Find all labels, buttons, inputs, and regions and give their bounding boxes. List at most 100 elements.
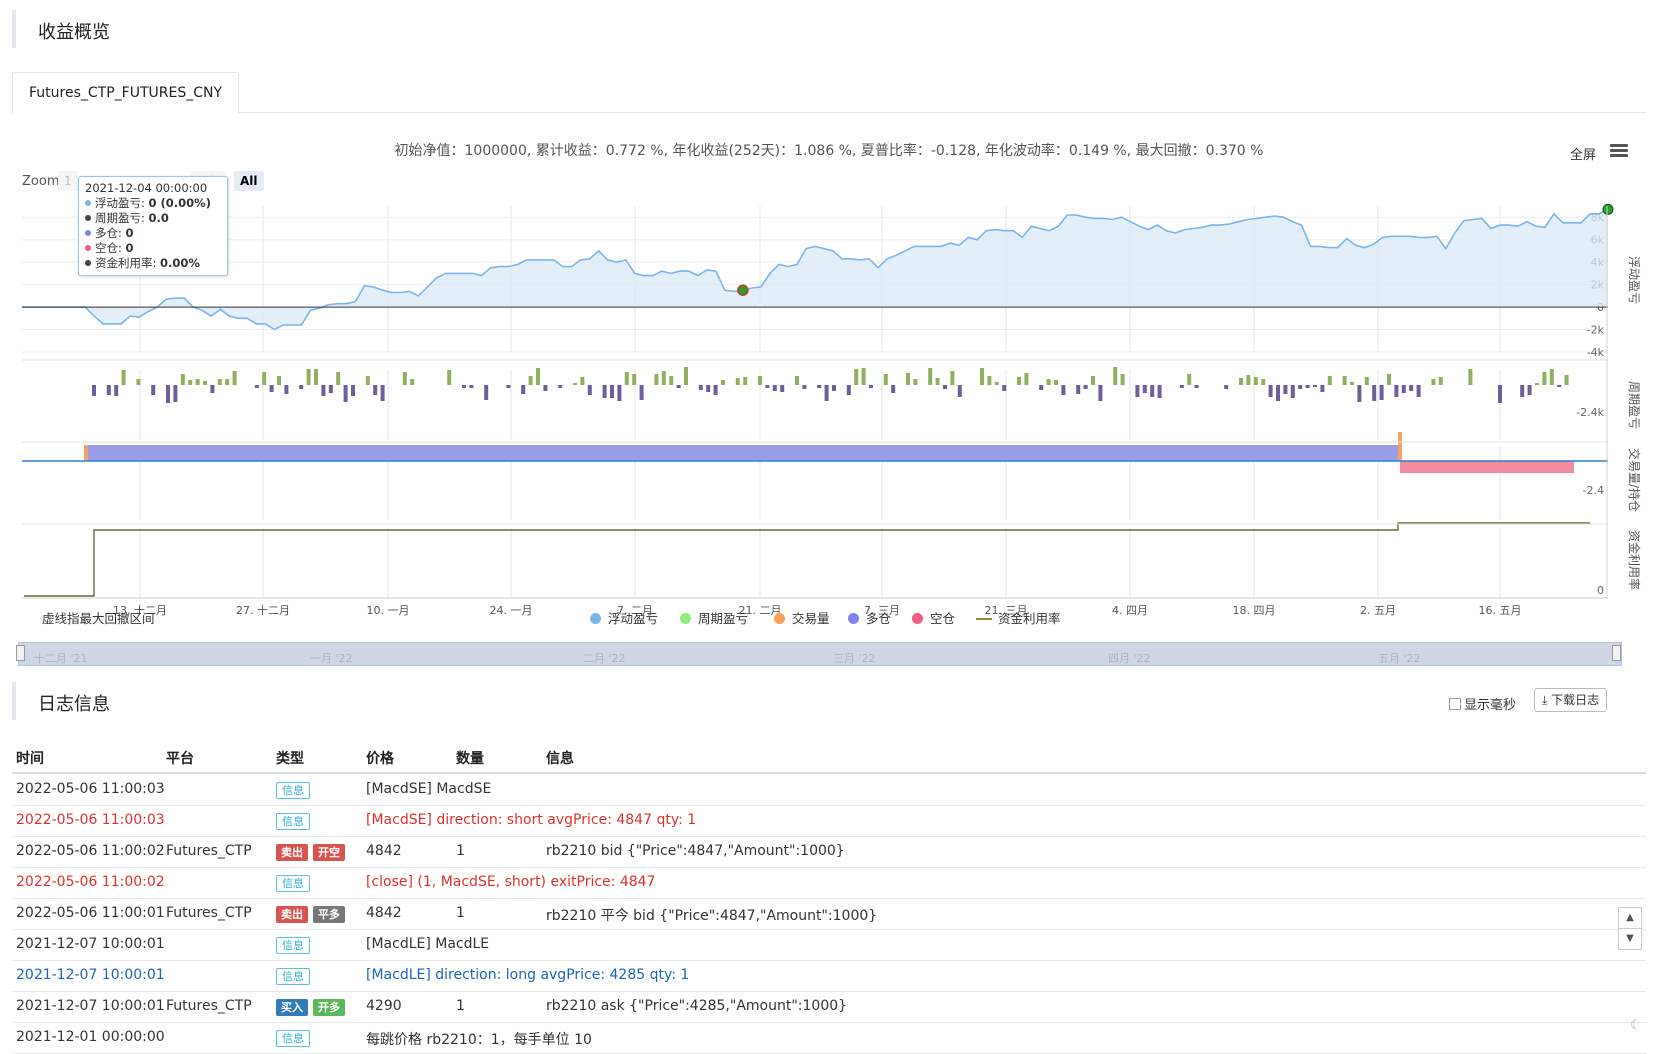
period-pnl-bar [1002, 385, 1007, 391]
log-price: [close] (1, MacdSE, short) exitPrice: 48… [366, 874, 656, 890]
legend-marker [590, 613, 601, 624]
period-pnl-bar [225, 379, 230, 385]
show-ms-checkbox[interactable] [1449, 698, 1461, 710]
period-pnl-bar [602, 385, 607, 398]
period-pnl-bar [906, 373, 910, 385]
period-pnl-bar [1401, 385, 1406, 393]
period-pnl-bar [950, 371, 955, 385]
period-pnl-bar [713, 385, 718, 395]
chart-tooltip: 2021-12-04 00:00:00 浮动盈亏: 0 (0.00%) 周期盈亏:… [78, 176, 228, 276]
period-pnl-bar [1564, 375, 1569, 385]
period-pnl-bar [1549, 369, 1554, 385]
tooltip-row: 浮动盈亏: 0 (0.00%) [85, 196, 221, 211]
period-pnl-bar [195, 379, 200, 385]
tooltip-series-name: 多仓: [95, 226, 126, 240]
y-tick-label: -4k [1587, 346, 1605, 359]
table-row: 2022-05-06 11:00:01 Futures_CTP 卖出 平多 4842 1 r… [12, 898, 1646, 930]
legend-item[interactable]: 空仓 [912, 608, 955, 627]
x-tick-label: 18. 四月 [1233, 604, 1276, 617]
scroll-down-button[interactable]: ▼ [1618, 928, 1642, 950]
period-pnl-bar [343, 385, 348, 402]
navigator-label: 一月 '22 [310, 652, 353, 665]
tab-futures-ctp[interactable]: Futures_CTP_FUTURES_CNY [12, 72, 240, 114]
fullscreen-button[interactable]: 全屏 [1570, 144, 1596, 163]
col-header-qty: 数量 [456, 751, 484, 767]
short-position-bar [1400, 461, 1574, 473]
equity-area [22, 209, 1608, 330]
log-info: rb2210 ask {"Price":4285,"Amount":1000} [546, 998, 848, 1014]
period-pnl-bar [321, 385, 326, 396]
x-tick-label: 2. 五月 [1360, 604, 1396, 617]
trade-marker [84, 445, 88, 461]
type-badge: 信息 [276, 1030, 310, 1047]
zoom-1-button[interactable]: 1 [58, 171, 78, 191]
period-pnl-bar [706, 385, 711, 392]
panel-title-pnl: 浮动盈亏 [1627, 256, 1641, 304]
period-pnl-bar [1046, 379, 1051, 385]
download-log-button[interactable]: ⤓ 下载日志 [1534, 688, 1608, 712]
period-pnl-bar [617, 385, 622, 401]
legend-item[interactable]: 浮动盈亏 [590, 608, 658, 627]
period-pnl-bar [1157, 385, 1162, 398]
period-pnl-bar [980, 368, 984, 385]
period-pnl-bar [232, 371, 237, 385]
period-pnl-bar [1320, 385, 1325, 392]
navigator-left-handle[interactable] [16, 645, 25, 661]
col-header-platform: 平台 [166, 751, 194, 767]
period-pnl-bar [1039, 385, 1044, 390]
legend-marker [774, 613, 785, 624]
log-type: 买入 开多 [276, 999, 345, 1016]
x-tick-label: 27. 十二月 [236, 603, 290, 617]
long-position-bar [86, 445, 1399, 461]
log-price: 4842 [366, 843, 402, 859]
period-pnl-bar [121, 370, 126, 385]
y-tick-label: -2k [1587, 324, 1605, 337]
trade-marker [1398, 432, 1402, 461]
period-pnl-bar [543, 385, 548, 391]
log-type: 信息 [276, 813, 310, 830]
navigator-right-handle[interactable] [1612, 645, 1621, 661]
log-price: [MacdLE] direction: long avgPrice: 4285 … [366, 967, 690, 983]
period-pnl-bar [536, 368, 540, 385]
period-pnl-bar [1327, 376, 1332, 385]
legend-item[interactable]: 周期盈亏 [680, 608, 748, 627]
period-pnl-bar [824, 385, 829, 401]
period-pnl-bar [883, 374, 888, 385]
tooltip-row: 空仓: 0 [85, 241, 221, 256]
period-pnl-bar [1187, 374, 1192, 385]
period-pnl-bar [1098, 385, 1103, 401]
equity-chart[interactable]: 8k6k4k2k0-2k-4k浮动盈亏-2.4k周期盈亏-2.4交易量/持仓0资… [0, 190, 1658, 620]
log-info: rb2210 平今 bid {"Price":4847,"Amount":100… [546, 908, 878, 924]
table-row: 2022-05-06 11:00:03 信息 [MacdSE] direction:… [12, 805, 1646, 837]
tooltip-dot [85, 200, 91, 206]
period-pnl-bar [1113, 367, 1118, 385]
navigator-label: 五月 '22 [1378, 652, 1421, 665]
period-pnl-bar [832, 385, 836, 391]
moon-icon[interactable]: ☾ [1630, 1018, 1642, 1033]
zoom-all-button[interactable]: All [234, 171, 264, 191]
period-pnl-bar [587, 385, 592, 395]
hamburger-icon[interactable] [1610, 144, 1628, 158]
period-pnl-bar [669, 376, 674, 385]
period-pnl-bar [698, 385, 703, 390]
type-badge: 信息 [276, 968, 310, 985]
period-pnl-bar [1061, 385, 1066, 395]
log-platform: Futures_CTP [166, 843, 252, 859]
log-time: 2021-12-07 10:00:01 [16, 936, 165, 952]
legend-item[interactable]: 多仓 [848, 608, 891, 627]
type-badge: 卖出 [276, 906, 308, 923]
capital-usage-line [24, 522, 1590, 597]
panel-title-period: 周期盈亏 [1627, 381, 1641, 429]
y-tick-label: 0 [1597, 584, 1604, 597]
panel-title-position: 交易量/持仓 [1627, 448, 1642, 512]
period-pnl-bar [462, 385, 466, 388]
scroll-up-button[interactable]: ▲ [1618, 907, 1642, 929]
y-tick-label: -2.4k [1576, 406, 1604, 419]
legend-label: 浮动盈亏 [608, 611, 659, 626]
period-pnl-bar [1224, 385, 1229, 389]
legend-item[interactable]: 交易量 [774, 608, 830, 627]
legend-item[interactable]: 资金利用率 [976, 608, 1061, 627]
log-time: 2022-05-06 11:00:03 [16, 812, 165, 828]
period-pnl-bar [210, 385, 215, 393]
navigator-label: 三月 '22 [833, 652, 876, 665]
